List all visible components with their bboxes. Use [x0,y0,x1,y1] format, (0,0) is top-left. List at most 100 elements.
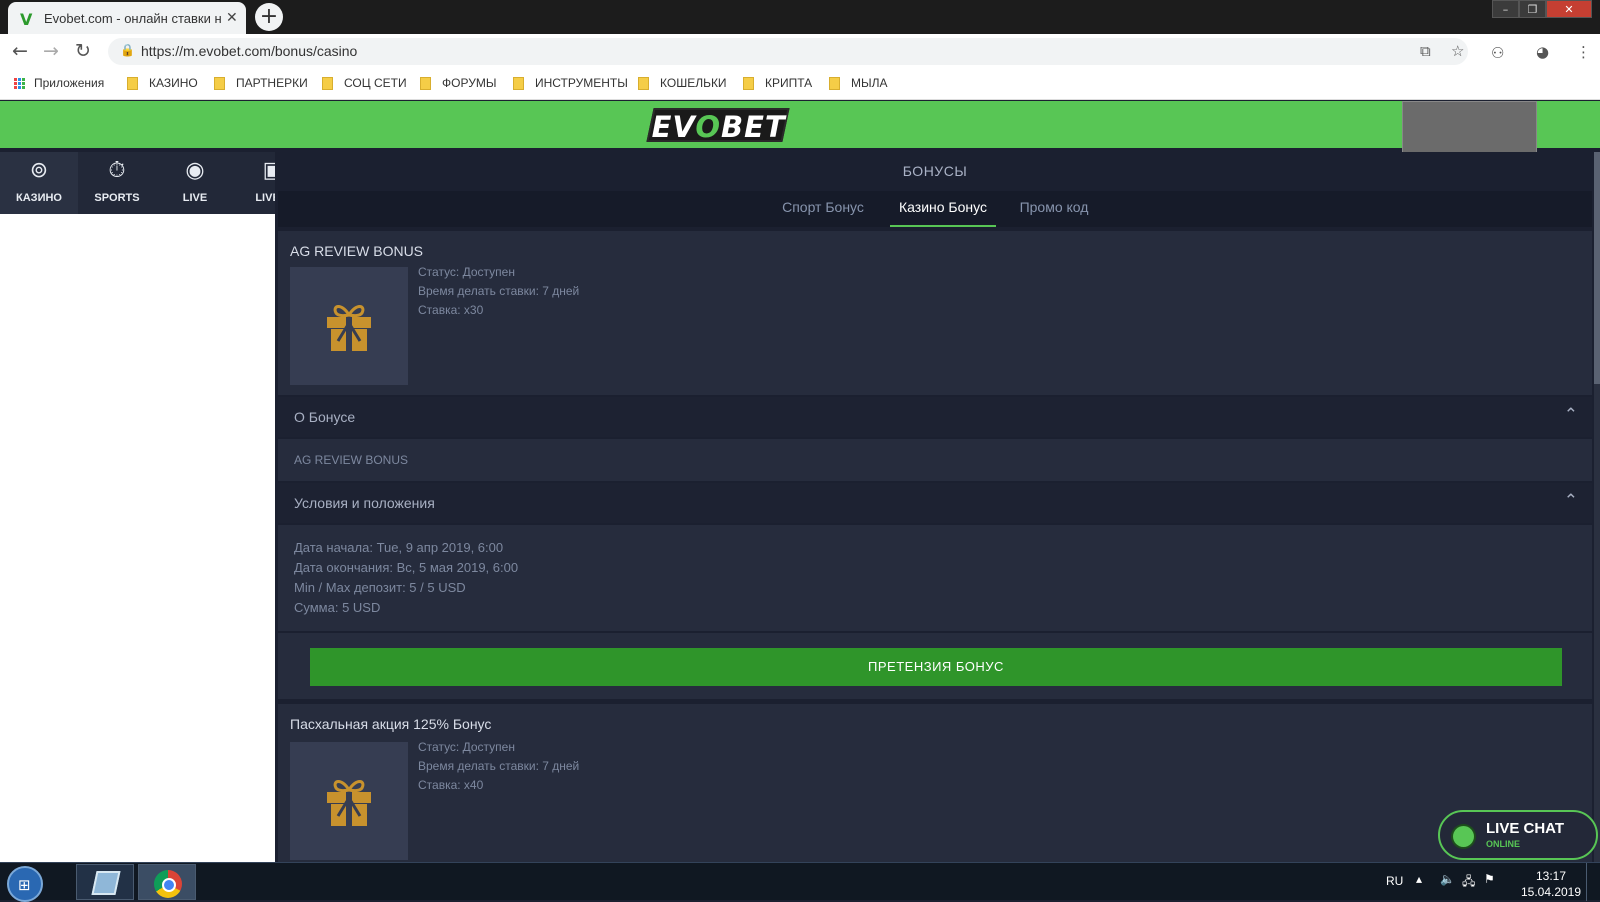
live-record-icon: ◉ [185,158,205,183]
extension-icon[interactable]: ⚇ [1491,44,1504,62]
volume-icon[interactable]: 🔈 [1440,872,1455,886]
nav-sports[interactable]: ⏱ SPORTS [78,152,156,214]
folder-icon [420,76,431,90]
browser-tab[interactable]: V Evobet.com - онлайн ставки на спорт ✕ [8,2,246,34]
casino-chip-icon: ⊚ [29,158,49,183]
bookmark-folder[interactable]: КРИПТА [743,76,812,90]
new-tab-button[interactable]: + [255,3,283,31]
address-bar[interactable]: 🔒 https://m.evobet.com/bonus/casino ⧉ ☆ [108,38,1468,65]
close-tab-icon[interactable]: ✕ [226,9,238,26]
bonus-meta: Статус: Доступен Время делать ставки: 7 … [418,738,579,795]
folder-icon [322,76,333,90]
tab-promo-code[interactable]: Промо код [1014,191,1094,227]
profile-avatar-icon[interactable]: ◕ [1536,43,1549,61]
redacted-account-area [1402,101,1537,159]
live-chat-button[interactable]: LIVE CHAT ONLINE [1438,810,1598,860]
tab-sport-bonus[interactable]: Спорт Бонус [780,191,866,227]
bookmark-apps[interactable]: Приложения [14,76,104,90]
claim-section: ПРЕТЕНЗИЯ БОНУС [278,633,1592,699]
start-button[interactable]: ⊞ [7,866,43,902]
bookmark-folder[interactable]: ИНСТРУМЕНТЫ [513,76,628,90]
reload-icon[interactable]: ↻ [75,40,91,62]
terms-deposit-range: Min / Max депозит: 5 / 5 USD [294,580,466,595]
bonus-status: Статус: Доступен [418,740,515,754]
menu-dots-icon[interactable]: ⋮ [1576,43,1591,61]
back-arrow-icon[interactable]: ← [12,40,28,62]
nav-live-dealer[interactable]: ▣ LIVE Д [234,152,275,214]
translate-icon[interactable]: ⧉ [1420,42,1431,60]
terms-end-date: Дата окончания: Вс, 5 мая 2019, 6:00 [294,560,519,575]
language-indicator[interactable]: RU [1386,874,1403,888]
folder-icon [214,76,225,90]
window-close-icon[interactable]: ✕ [1546,0,1592,18]
bonus-wager-time: Время делать ставки: 7 дней [418,284,580,298]
evobet-favicon-icon: V [20,10,33,29]
folder-icon [513,76,524,90]
taskbar-explorer[interactable] [76,864,134,900]
bookmark-folder[interactable]: ПАРТНЕРКИ [214,76,308,90]
window-controls: – ❐ ✕ [1492,0,1592,18]
browser-titlebar: V Evobet.com - онлайн ставки на спорт ✕ … [0,0,1600,34]
bonus-page: БОНУСЫ Спорт Бонус Казино Бонус Промо ко… [278,152,1592,862]
page-scrollbar[interactable] [1594,152,1600,862]
network-icon[interactable]: 🖧 [1462,872,1475,893]
bonus-title: AG REVIEW BONUS [290,243,424,259]
bookmark-folder[interactable]: МЫЛА [829,76,888,90]
bookmark-folder[interactable]: ФОРУМЫ [420,76,496,90]
bookmark-star-icon[interactable]: ☆ [1451,42,1464,60]
category-nav: ⊚ КАЗИНО ⏱ SPORTS ◉ LIVE ▣ LIVE Д [0,152,275,214]
chevron-up-icon[interactable]: ⌃ [1564,405,1578,425]
maximize-icon[interactable]: ❐ [1519,0,1546,18]
bonus-wager: Ставка: x30 [418,303,484,317]
bookmark-folder[interactable]: КОШЕЛЬКИ [638,76,727,90]
browser-toolbar: ← → ↻ 🔒 https://m.evobet.com/bonus/casin… [0,34,1600,68]
bookmarks-bar: Приложения КАЗИНО ПАРТНЕРКИ СОЦ СЕТИ ФОР… [0,68,1600,100]
folder-icon [743,76,754,90]
folder-icon [829,76,840,90]
scroll-thumb[interactable] [1594,152,1600,384]
taskbar-clock[interactable]: 13:17 15.04.2019 [1511,868,1591,900]
file-explorer-icon [91,871,121,895]
windows-logo-icon: ⊞ [18,876,31,894]
page-title: БОНУСЫ [278,152,1592,190]
about-bonus-body: AG REVIEW BONUS [278,439,1592,481]
bonus-status: Статус: Доступен [418,265,515,279]
online-status-icon [1453,826,1474,847]
stopwatch-icon: ⏱ [108,158,126,183]
sidebar-blank [0,214,275,862]
tab-casino-bonus[interactable]: Казино Бонус [890,191,996,227]
forward-arrow-icon[interactable]: → [43,40,59,62]
bookmark-folder[interactable]: СОЦ СЕТИ [322,76,407,90]
chrome-icon [154,870,182,898]
terms-body: Дата начала: Tue, 9 апр 2019, 6:00 Дата … [278,525,1592,631]
claim-bonus-button[interactable]: ПРЕТЕНЗИЯ БОНУС [310,648,1562,686]
windows-taskbar: ⊞ RU ▴ 🔈 🖧 ⚑ 13:17 15.04.2019 [0,862,1600,902]
nav-live[interactable]: ◉ LIVE [156,152,234,214]
terms-start-date: Дата начала: Tue, 9 апр 2019, 6:00 [294,540,504,555]
action-center-flag-icon[interactable]: ⚑ [1484,872,1495,886]
taskbar-chrome[interactable] [138,864,196,900]
gift-icon [327,780,371,826]
gift-icon [327,305,371,351]
bonus-tabs: Спорт Бонус Казино Бонус Промо код [278,191,1592,227]
chevron-up-icon[interactable]: ⌃ [1564,491,1578,511]
show-desktop-button[interactable] [1586,863,1600,901]
url-text: https://m.evobet.com/bonus/casino [141,43,358,59]
folder-icon [638,76,649,90]
bookmark-folder[interactable]: КАЗИНО [127,76,198,90]
nav-casino[interactable]: ⊚ КАЗИНО [0,152,78,214]
about-bonus-header[interactable]: О Бонусе ⌃ [278,397,1592,437]
site-header: EVOBET [0,101,1600,148]
bonus-wager: Ставка: x40 [418,778,484,792]
tray-expand-icon[interactable]: ▴ [1416,872,1422,886]
bonus-meta: Статус: Доступен Время делать ставки: 7 … [418,263,579,320]
live-dealer-icon: ▣ [262,158,275,183]
tab-title: Evobet.com - онлайн ставки на спорт [44,11,222,26]
evobet-logo[interactable]: EVOBET [646,108,790,144]
bonus-card: Пасхальная акция 125% Бонус Статус: Дост… [278,704,1592,862]
bonus-wager-time: Время делать ставки: 7 дней [418,759,580,773]
folder-icon [127,76,138,90]
terms-header[interactable]: Условия и положения ⌃ [278,483,1592,523]
minimize-icon[interactable]: – [1492,0,1519,18]
apps-grid-icon [14,77,25,89]
